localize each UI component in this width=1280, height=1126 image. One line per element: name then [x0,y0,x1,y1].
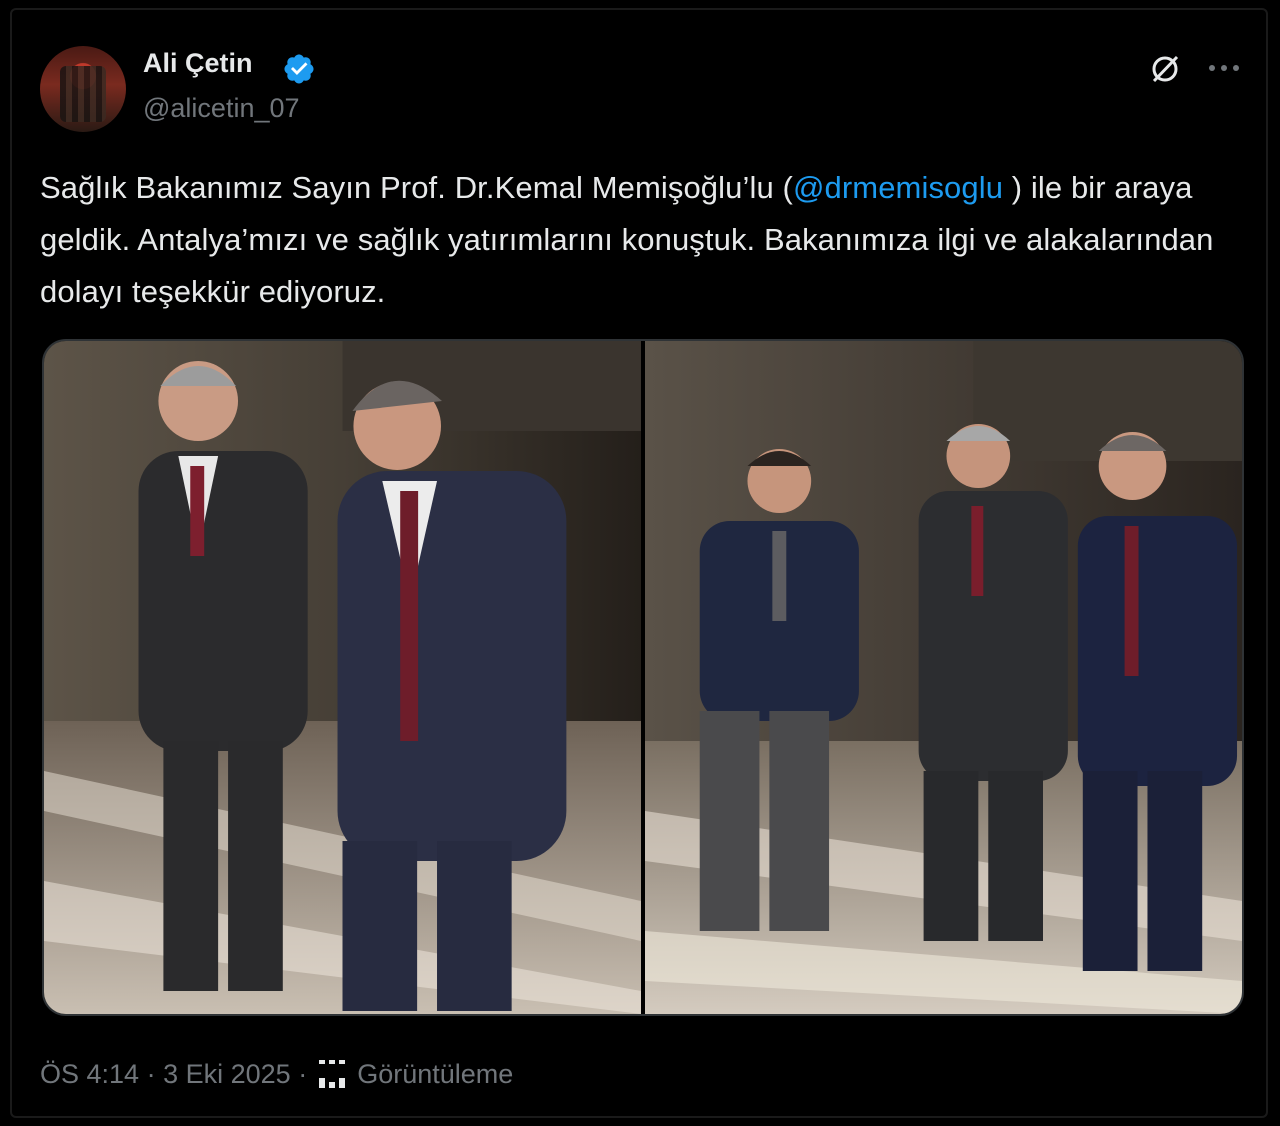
tweet-text: Sağlık Bakanımız Sayın Prof. Dr.Kemal Me… [40,162,1250,318]
photo-2[interactable] [645,341,1242,1014]
tweet-meta: ÖS 4:14 · 3 Eki 2025 · Görüntüleme [40,1056,513,1092]
author-name[interactable]: Ali Çetin [143,48,253,79]
verified-badge-icon [284,54,314,84]
tweet-text-before: Sağlık Bakanımız Sayın Prof. Dr.Kemal Me… [40,170,793,205]
meta-separator-2: · [298,1058,308,1089]
more-icon[interactable] [1204,56,1244,80]
author-handle[interactable]: @alicetin_07 [143,93,300,124]
meta-separator: · [146,1058,156,1089]
tweet-date[interactable]: 3 Eki 2025 [163,1059,291,1090]
mention-link[interactable]: @drmemisoglu [793,170,1003,205]
photo-1[interactable] [44,341,641,1014]
grok-icon[interactable] [1148,52,1182,86]
views-icon [319,1060,346,1088]
media-grid [42,339,1244,1016]
views-label[interactable]: Görüntüleme [357,1059,513,1090]
tweet-time[interactable]: ÖS 4:14 [40,1059,139,1090]
avatar[interactable] [40,46,126,132]
